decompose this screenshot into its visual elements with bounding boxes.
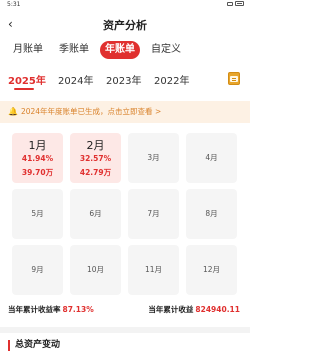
month-label: 2月 bbox=[86, 139, 105, 152]
month-cell-11[interactable]: 11月 bbox=[128, 245, 179, 295]
month-amount: 39.70万 bbox=[21, 168, 54, 177]
section-title: 总资产变动 bbox=[8, 340, 60, 351]
return-rate-label: 当年累计收益率 bbox=[8, 305, 61, 314]
bill-type-tabs: 月账单 季账单 年账单 自定义 bbox=[8, 41, 186, 59]
year-2023[interactable]: 2023年 bbox=[106, 72, 141, 87]
tab-yearly-bill[interactable]: 年账单 bbox=[100, 41, 140, 59]
return-rate-value: 87.13% bbox=[62, 305, 94, 314]
month-label: 3月 bbox=[147, 153, 160, 162]
year-selector: 2025年 2024年 2023年 2022年 bbox=[0, 68, 250, 90]
section-divider bbox=[0, 327, 250, 333]
status-bar: 5:31 bbox=[0, 0, 250, 10]
bell-icon: 🔔 bbox=[8, 107, 18, 116]
month-return-rate: 32.57% bbox=[79, 154, 112, 163]
calendar-icon[interactable] bbox=[228, 72, 240, 85]
month-label: 5月 bbox=[31, 209, 44, 218]
month-cell-1[interactable]: 1月 41.94% 39.70万 bbox=[12, 133, 63, 183]
wifi-icon bbox=[227, 1, 233, 6]
month-label: 4月 bbox=[205, 153, 218, 162]
notice-text: 2024年年度账单已生成，点击立即查看 > bbox=[20, 107, 162, 116]
month-label: 8月 bbox=[205, 209, 218, 218]
month-cell-12[interactable]: 12月 bbox=[186, 245, 237, 295]
month-label: 9月 bbox=[31, 265, 44, 274]
month-label: 10月 bbox=[86, 265, 105, 274]
year-2024[interactable]: 2024年 bbox=[58, 72, 93, 87]
month-label: 11月 bbox=[144, 265, 163, 274]
status-time: 5:31 bbox=[7, 1, 21, 8]
active-year-underline bbox=[14, 88, 34, 90]
month-cell-2[interactable]: 2月 32.57% 42.79万 bbox=[70, 133, 121, 183]
month-grid: 1月 41.94% 39.70万 2月 32.57% 42.79万 3月 4月 … bbox=[12, 133, 238, 295]
month-cell-5[interactable]: 5月 bbox=[12, 189, 63, 239]
month-label: 1月 bbox=[28, 139, 47, 152]
tab-custom[interactable]: 自定义 bbox=[146, 41, 186, 59]
yearly-income: 当年累计收益 824940.11 bbox=[148, 304, 240, 315]
battery-icon bbox=[235, 1, 244, 6]
tab-quarterly-bill[interactable]: 季账单 bbox=[54, 41, 94, 59]
month-return-rate: 41.94% bbox=[21, 154, 54, 163]
month-label: 6月 bbox=[89, 209, 102, 218]
month-cell-4[interactable]: 4月 bbox=[186, 133, 237, 183]
month-amount: 42.79万 bbox=[79, 168, 112, 177]
month-cell-8[interactable]: 8月 bbox=[186, 189, 237, 239]
income-label: 当年累计收益 bbox=[148, 305, 194, 314]
month-cell-9[interactable]: 9月 bbox=[12, 245, 63, 295]
month-cell-10[interactable]: 10月 bbox=[70, 245, 121, 295]
page-title: 资产分析 bbox=[103, 19, 147, 32]
yearly-return-rate: 当年累计收益率 87.13% bbox=[8, 304, 94, 315]
year-2025[interactable]: 2025年 bbox=[8, 72, 46, 87]
income-value: 824940.11 bbox=[195, 305, 240, 314]
header: ‹ 资产分析 bbox=[0, 10, 250, 38]
month-label: 12月 bbox=[202, 265, 221, 274]
status-icons bbox=[227, 1, 244, 6]
month-cell-6[interactable]: 6月 bbox=[70, 189, 121, 239]
month-cell-7[interactable]: 7月 bbox=[128, 189, 179, 239]
annual-bill-notice[interactable]: 🔔 2024年年度账单已生成，点击立即查看 > bbox=[0, 101, 250, 123]
tab-monthly-bill[interactable]: 月账单 bbox=[8, 41, 48, 59]
year-2022[interactable]: 2022年 bbox=[154, 72, 189, 87]
month-label: 7月 bbox=[147, 209, 160, 218]
yearly-summary: 当年累计收益率 87.13% 当年累计收益 824940.11 bbox=[0, 304, 250, 318]
month-cell-3[interactable]: 3月 bbox=[128, 133, 179, 183]
